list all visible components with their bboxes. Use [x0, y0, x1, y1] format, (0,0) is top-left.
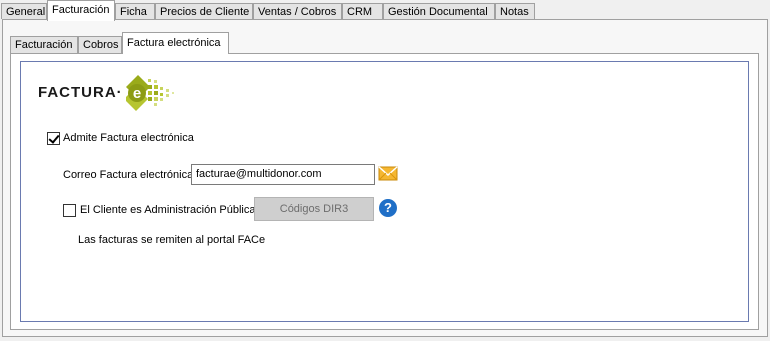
mail-icon — [378, 166, 398, 181]
tab-crm[interactable]: CRM — [342, 3, 383, 19]
factura-electronica-panel: FACTURA· e Admite Factura electrónica Co… — [10, 53, 759, 330]
help-icon[interactable]: ? — [379, 199, 397, 217]
tab-facturacion[interactable]: Facturación — [47, 0, 115, 21]
checkmark-icon — [48, 132, 60, 144]
subtab-factura-electronica[interactable]: Factura electrónica — [122, 32, 229, 54]
logo-mark-letter: e — [133, 85, 141, 102]
email-field[interactable]: facturae@multidonor.com — [191, 164, 375, 185]
tab-general[interactable]: General — [1, 3, 47, 19]
admite-factura-checkbox[interactable] — [47, 132, 60, 145]
group-box: FACTURA· e Admite Factura electrónica Co… — [20, 61, 749, 322]
tab-precios-de-cliente[interactable]: Precios de Cliente — [155, 3, 253, 19]
logo-text: FACTURA· — [38, 84, 123, 101]
subtab-facturacion[interactable]: Facturación — [10, 36, 78, 53]
tab-ficha[interactable]: Ficha — [115, 3, 155, 19]
main-tab-strip: General Facturación Ficha Precios de Cli… — [0, 0, 770, 21]
admite-factura-label: Admite Factura electrónica — [63, 132, 194, 144]
codigos-dir3-button[interactable]: Códigos DIR3 — [254, 197, 374, 221]
face-portal-note: Las facturas se remiten al portal FACe — [78, 234, 266, 246]
administracion-publica-label: El Cliente es Administración Pública — [80, 204, 256, 216]
send-email-button[interactable] — [377, 165, 399, 183]
tab-notas[interactable]: Notas — [495, 3, 535, 19]
tab-gestion-documental[interactable]: Gestión Documental — [383, 3, 495, 19]
facturae-logo: FACTURA· e — [38, 73, 178, 113]
correo-label: Correo Factura electrónica — [63, 169, 194, 181]
administracion-publica-checkbox[interactable] — [63, 204, 76, 217]
subtab-cobros[interactable]: Cobros — [78, 36, 122, 53]
facturae-e-icon: e — [126, 75, 174, 111]
tab-ventas-cobros[interactable]: Ventas / Cobros — [253, 3, 342, 19]
